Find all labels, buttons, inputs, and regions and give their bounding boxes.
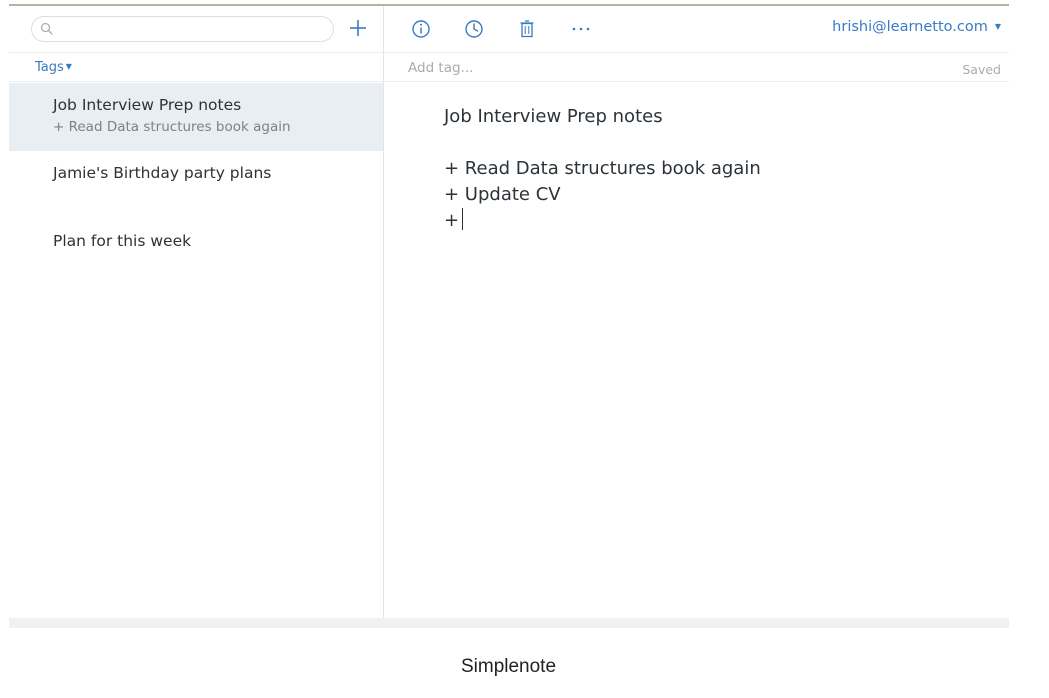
- account-menu[interactable]: hrishi@learnetto.com ▼: [832, 19, 1001, 35]
- info-button[interactable]: [408, 16, 434, 42]
- app-window: Tags ▼ Job Interview Prep notes + Read Da…: [9, 4, 1009, 630]
- tags-label: Tags: [35, 60, 64, 75]
- note-preview: + Read Data structures book again: [53, 119, 291, 135]
- note-title: Jamie's Birthday party plans: [53, 164, 272, 182]
- plus-icon: [350, 20, 366, 36]
- note-body-line: + Read Data structures book again: [444, 158, 761, 179]
- more-icon: [572, 27, 590, 31]
- search-icon: [40, 22, 53, 35]
- note-title: Job Interview Prep notes: [53, 96, 242, 114]
- sidebar: Tags ▼ Job Interview Prep notes + Read Da…: [9, 6, 384, 618]
- account-email: hrishi@learnetto.com: [832, 19, 988, 35]
- note-list-item[interactable]: Jamie's Birthday party plans: [9, 151, 383, 219]
- more-button[interactable]: [568, 16, 594, 42]
- trash-button[interactable]: [514, 16, 540, 42]
- history-button[interactable]: [461, 16, 487, 42]
- text-cursor: [462, 208, 464, 230]
- caption: Simplenote: [460, 656, 557, 677]
- add-tag-input[interactable]: [408, 58, 828, 78]
- search-row: [9, 6, 383, 52]
- editor-toolbar: hrishi@learnetto.com ▼: [384, 6, 1009, 52]
- trash-icon: [520, 20, 534, 38]
- note-list-item[interactable]: Plan for this week: [9, 219, 383, 287]
- note-title: Plan for this week: [53, 232, 192, 250]
- save-status: Saved: [962, 62, 1001, 77]
- note-content[interactable]: Job Interview Prep notes + Read Data str…: [444, 104, 984, 234]
- window-bottom-bar: [9, 618, 1009, 628]
- history-icon: [465, 20, 483, 38]
- tags-dropdown[interactable]: Tags ▼: [35, 60, 72, 75]
- note-body-line: +: [444, 210, 460, 231]
- caret-down-icon: ▼: [994, 22, 1001, 31]
- new-note-button[interactable]: [345, 14, 371, 42]
- note-list: Job Interview Prep notes + Read Data str…: [9, 83, 383, 287]
- note-body-title: Job Interview Prep notes: [444, 106, 663, 127]
- note-body-line: + Update CV: [444, 184, 561, 205]
- tags-row: Tags ▼: [9, 52, 383, 82]
- note-list-item[interactable]: Job Interview Prep notes + Read Data str…: [9, 83, 383, 151]
- caret-down-icon: ▼: [65, 62, 72, 71]
- note-body-last-line: +: [444, 208, 984, 234]
- tag-row: Saved: [384, 52, 1009, 82]
- info-icon: [412, 20, 430, 38]
- search-input[interactable]: [31, 16, 334, 42]
- note-editor: hrishi@learnetto.com ▼ Saved Job Intervie…: [384, 6, 1009, 618]
